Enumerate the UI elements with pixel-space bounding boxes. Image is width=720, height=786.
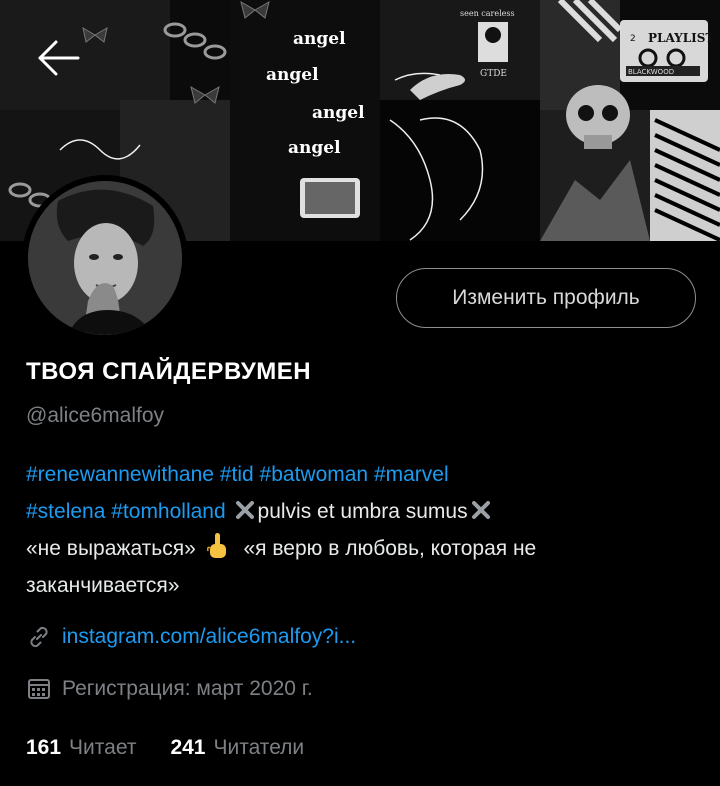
profile-bio: #renewannewithane #tid #batwoman #marvel… xyxy=(26,456,706,604)
hashtag-link[interactable]: #tomholland xyxy=(111,500,225,523)
link-icon xyxy=(30,626,48,648)
calendar-icon xyxy=(28,679,50,699)
svg-text:BLACKWOOD: BLACKWOOD xyxy=(628,68,674,76)
followers-link[interactable]: 241 Читатели xyxy=(170,736,304,760)
cross-mark-icon xyxy=(235,501,254,519)
svg-text:angel: angel xyxy=(312,103,365,123)
bio-motto: pulvis et umbra sumus xyxy=(257,500,468,523)
follow-stats: 161 Читает 241 Читатели xyxy=(26,736,304,760)
pointing-up-hand-icon xyxy=(206,533,226,558)
hashtag-link[interactable]: #stelena xyxy=(26,500,105,523)
profile-handle: @alice6malfoy xyxy=(26,404,165,427)
svg-text:PLAYLIST: PLAYLIST xyxy=(648,31,714,45)
back-button[interactable] xyxy=(34,36,84,80)
edit-profile-button[interactable]: Изменить профиль xyxy=(396,268,696,328)
bio-line-1: #renewannewithane #tid #batwoman #marvel xyxy=(26,456,706,493)
svg-text:2: 2 xyxy=(630,34,636,44)
cross-mark-icon xyxy=(471,501,490,519)
hashtag-link[interactable]: #marvel xyxy=(374,463,449,486)
svg-text:angel: angel xyxy=(293,29,346,49)
followers-count: 241 xyxy=(170,736,206,759)
bio-quote: «не выражаться» xyxy=(26,537,196,560)
svg-text:angel: angel xyxy=(288,138,341,158)
bio-quote: заканчивается» xyxy=(26,574,180,597)
profile-join-date-row: Регистрация: март 2020 г. xyxy=(26,676,313,702)
following-link[interactable]: 161 Читает xyxy=(26,736,136,760)
following-label: Читает xyxy=(69,736,137,759)
svg-text:angel: angel xyxy=(266,65,319,85)
arrow-left-icon xyxy=(38,40,80,76)
avatar[interactable] xyxy=(28,181,182,335)
bio-quote: «я верю в любовь, которая не xyxy=(243,537,537,560)
svg-text:GTDE: GTDE xyxy=(480,69,507,79)
hashtag-link[interactable]: #renewannewithane xyxy=(26,463,214,486)
bio-line-4: заканчивается» xyxy=(26,567,706,604)
following-count: 161 xyxy=(26,736,62,759)
svg-text:seen careless: seen careless xyxy=(460,9,515,18)
avatar-image xyxy=(28,181,182,335)
bio-line-2: #stelena #tomholland pulvis et umbra sum… xyxy=(26,493,706,530)
hashtag-link[interactable]: #batwoman xyxy=(260,463,369,486)
profile-display-name: ТВОЯ СПАЙДЕРВУМЕН xyxy=(26,358,312,385)
hashtag-link[interactable]: #tid xyxy=(220,463,254,486)
followers-label: Читатели xyxy=(213,736,305,759)
profile-link-row: instagram.com/alice6malfoy?i... xyxy=(26,624,356,650)
avatar-container[interactable] xyxy=(22,175,188,341)
profile-website-link[interactable]: instagram.com/alice6malfoy?i... xyxy=(62,625,356,649)
profile-join-date: Регистрация: март 2020 г. xyxy=(62,677,313,700)
bio-line-3: «не выражаться» «я верю в любовь, котора… xyxy=(26,530,706,567)
